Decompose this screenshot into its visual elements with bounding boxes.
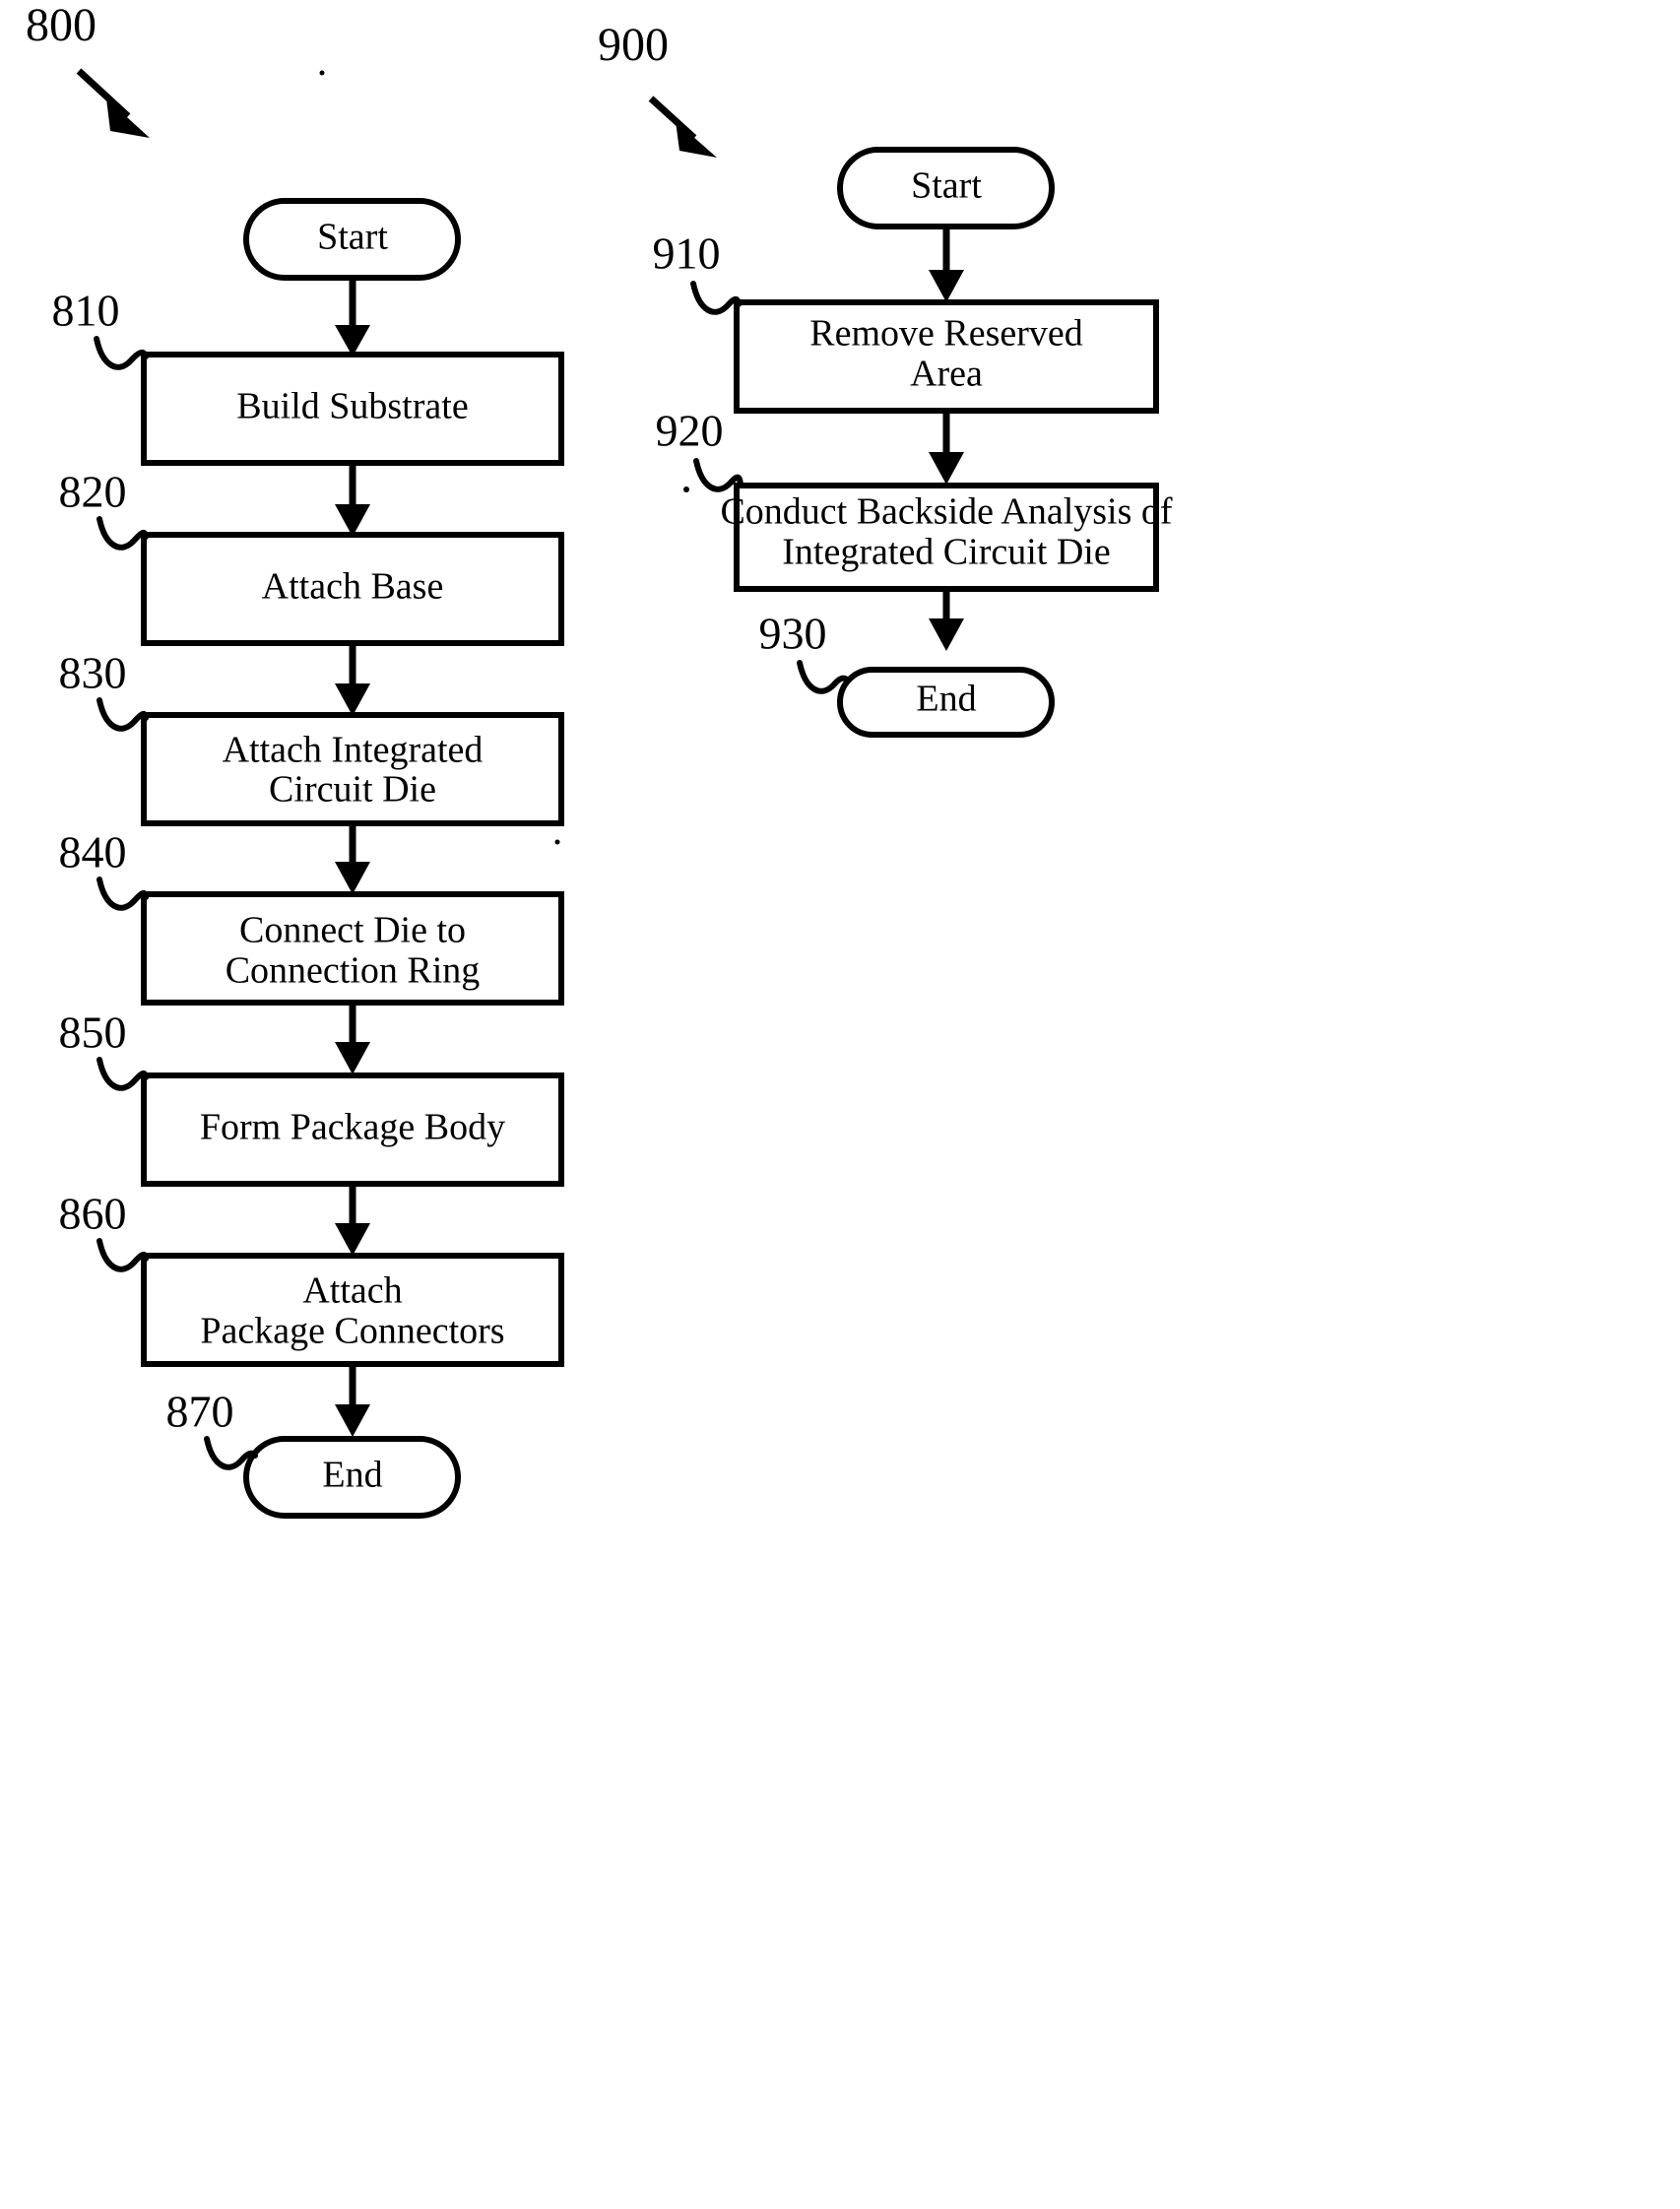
node-build-substrate-label: Build Substrate bbox=[236, 386, 468, 427]
leader-line-860 bbox=[97, 1238, 149, 1272]
figure-900-pointer-arrow bbox=[648, 96, 717, 158]
ref-920-label: 920 bbox=[656, 406, 724, 456]
figure-800-label: 800 bbox=[26, 0, 97, 51]
node-attach-ic-die-label-line2: Circuit Die bbox=[269, 769, 436, 811]
patent-figure-page: 800 Start Build Substrate 810 Attach Bas… bbox=[0, 0, 1680, 2209]
node-end-800-label: End bbox=[322, 1455, 382, 1496]
ref-860-label: 860 bbox=[59, 1189, 127, 1239]
flow-arrow-build-substrate-to-attach-base bbox=[335, 463, 370, 537]
ink-speck bbox=[683, 487, 689, 492]
flow-arrow-attach-base-to-attach-ic-die bbox=[335, 643, 370, 716]
node-start-800-label: Start bbox=[317, 217, 388, 258]
figure-900-label: 900 bbox=[598, 19, 669, 71]
node-end-900-label: End bbox=[916, 679, 976, 720]
flow-arrow-start-to-build-substrate bbox=[335, 280, 370, 357]
ref-810-label: 810 bbox=[52, 286, 120, 336]
flow-arrow-form-package-body-to-attach-connectors bbox=[335, 1184, 370, 1256]
node-start-900-label: Start bbox=[911, 165, 982, 207]
leader-line-850 bbox=[97, 1057, 149, 1091]
node-connect-die-label-line1: Connect Die to bbox=[239, 910, 466, 951]
node-connect-die-label-line2: Connection Ring bbox=[226, 950, 481, 992]
node-attach-ic-die-label-line1: Attach Integrated bbox=[223, 730, 484, 771]
ref-830-label: 830 bbox=[59, 648, 127, 698]
flow-arrow-attach-ic-die-to-connect-die bbox=[335, 823, 370, 894]
node-remove-reserved-area-label-line2: Area bbox=[910, 354, 983, 395]
ref-910-label: 910 bbox=[653, 228, 721, 279]
node-remove-reserved-area-label-line1: Remove Reserved bbox=[809, 313, 1083, 355]
ref-850-label: 850 bbox=[59, 1007, 127, 1058]
leader-line-830 bbox=[97, 697, 149, 732]
ref-930-label: 930 bbox=[759, 609, 827, 659]
leader-line-820 bbox=[97, 516, 149, 551]
leader-line-810 bbox=[94, 336, 149, 370]
figure-800-pointer-arrow bbox=[76, 68, 150, 138]
node-attach-connectors-label-line2: Package Connectors bbox=[200, 1311, 504, 1352]
flow-arrow-attach-connectors-to-end bbox=[335, 1364, 370, 1437]
node-attach-base-label: Attach Base bbox=[262, 566, 444, 608]
ink-speck-top bbox=[319, 70, 325, 76]
flow-arrow-connect-die-to-form-package-body bbox=[335, 1003, 370, 1074]
flow-arrow-remove-reserved-area-to-conduct-analysis bbox=[929, 411, 964, 485]
leader-line-910 bbox=[690, 281, 742, 315]
node-conduct-backside-analysis-label-line1: Conduct Backside Analysis of bbox=[720, 491, 1172, 533]
leader-line-840 bbox=[97, 877, 149, 911]
ref-820-label: 820 bbox=[59, 467, 127, 517]
ref-870-label: 870 bbox=[166, 1387, 234, 1437]
ref-840-label: 840 bbox=[59, 827, 127, 877]
ink-speck-mid bbox=[554, 839, 560, 845]
node-conduct-backside-analysis-label-line2: Integrated Circuit Die bbox=[782, 532, 1110, 573]
flow-arrow-conduct-analysis-to-end bbox=[929, 589, 964, 651]
flowchart-diagram: 800 Start Build Substrate 810 Attach Bas… bbox=[26, 0, 1173, 1519]
node-attach-connectors-label-line1: Attach bbox=[302, 1270, 402, 1312]
node-form-package-body-label: Form Package Body bbox=[200, 1107, 505, 1148]
flow-arrow-start-to-remove-reserved-area bbox=[929, 228, 964, 302]
